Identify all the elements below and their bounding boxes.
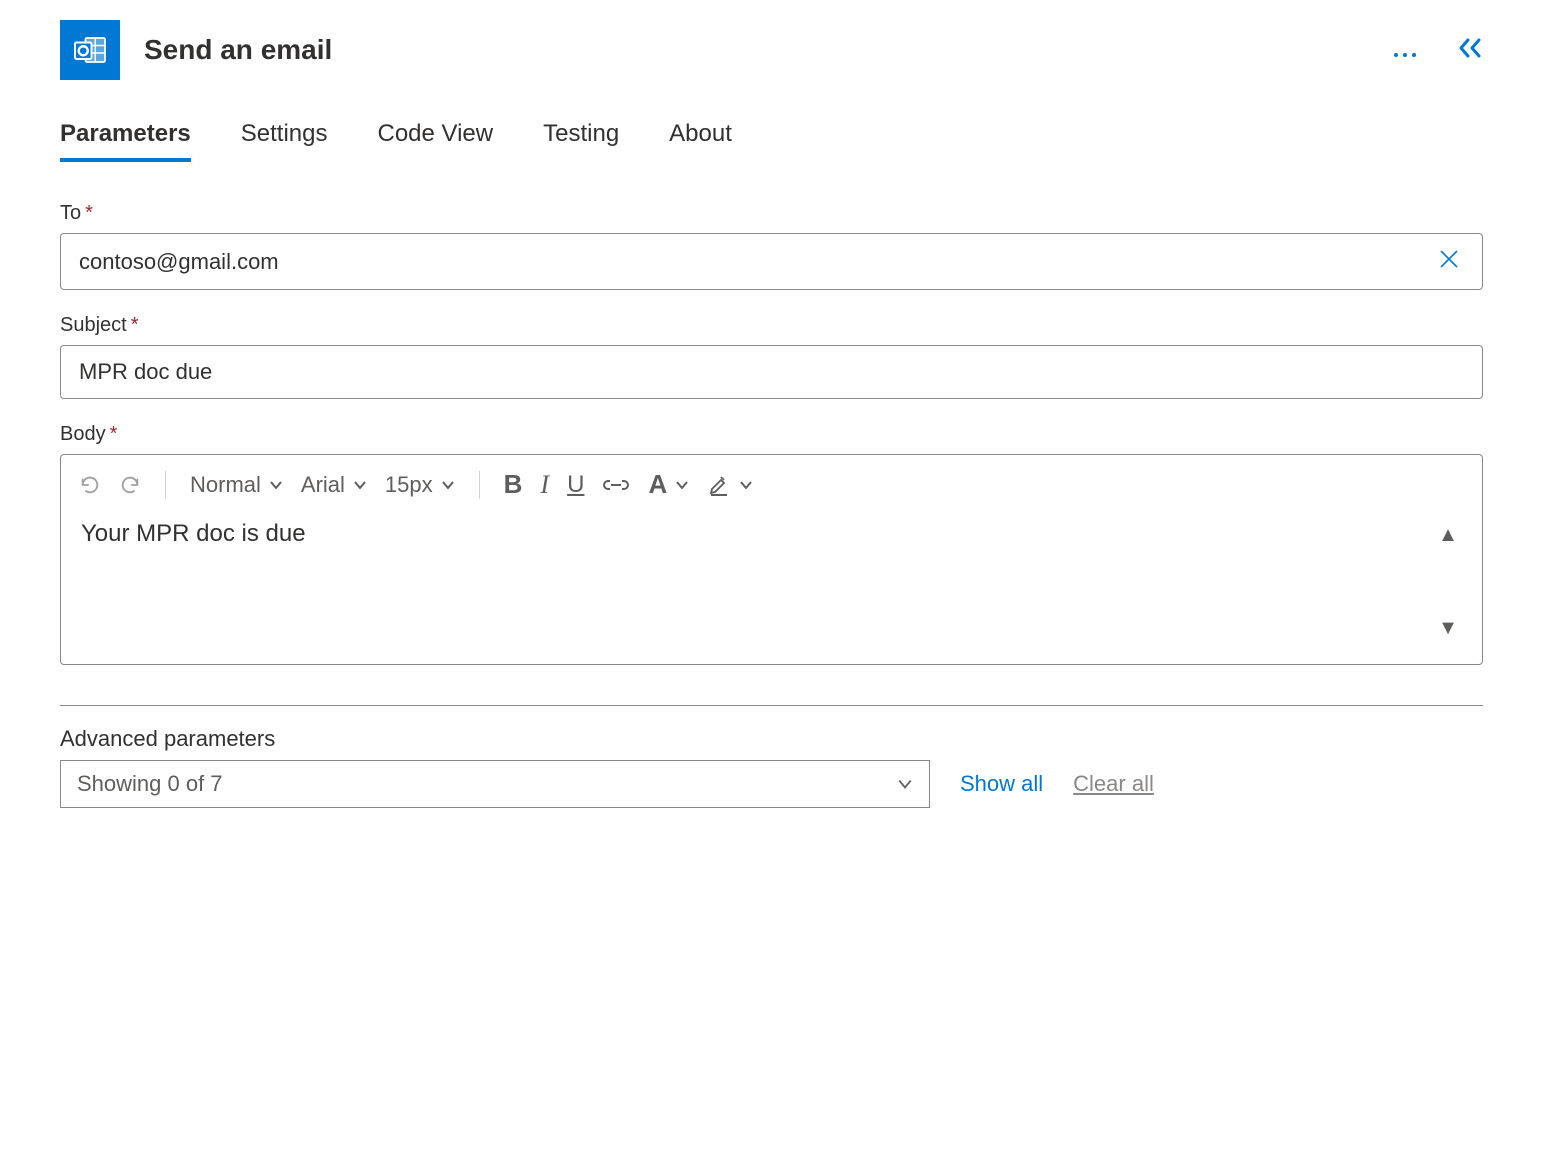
collapse-panel-button[interactable] xyxy=(1457,35,1483,66)
chevron-down-icon xyxy=(353,474,367,495)
editor-scrollbar[interactable]: ▲ ▼ xyxy=(1434,520,1462,644)
chevron-down-icon xyxy=(897,774,913,795)
link-button[interactable] xyxy=(602,476,630,494)
subject-label: Subject* xyxy=(60,314,1483,337)
undo-button[interactable] xyxy=(79,474,101,496)
editor-toolbar: Normal Arial 15px xyxy=(61,455,1482,514)
italic-button[interactable]: I xyxy=(540,470,549,500)
scroll-up-icon[interactable]: ▲ xyxy=(1438,524,1458,547)
bold-button[interactable]: B xyxy=(504,469,523,500)
tab-testing[interactable]: Testing xyxy=(543,120,619,162)
font-color-button[interactable]: A xyxy=(648,469,689,500)
redo-button[interactable] xyxy=(119,474,141,496)
chevron-down-icon xyxy=(441,474,455,495)
scroll-down-icon[interactable]: ▼ xyxy=(1438,617,1458,640)
more-options-button[interactable] xyxy=(1393,35,1417,66)
chevron-down-icon xyxy=(739,474,753,495)
highlight-color-button[interactable] xyxy=(707,473,753,497)
body-editor: Normal Arial 15px xyxy=(60,454,1483,665)
font-size-select[interactable]: 15px xyxy=(385,472,455,498)
to-input-wrapper xyxy=(60,233,1483,290)
tab-settings[interactable]: Settings xyxy=(241,120,328,162)
tab-parameters[interactable]: Parameters xyxy=(60,120,191,162)
body-label: Body* xyxy=(60,423,1483,446)
to-input[interactable] xyxy=(77,248,1432,276)
toolbar-separator xyxy=(165,471,166,499)
subject-input-wrapper xyxy=(60,345,1483,399)
toolbar-separator xyxy=(479,471,480,499)
action-title: Send an email xyxy=(144,34,1369,66)
tab-codeview[interactable]: Code View xyxy=(377,120,493,162)
advanced-parameters-label: Advanced parameters xyxy=(60,726,1483,752)
outlook-icon xyxy=(60,20,120,80)
subject-input[interactable] xyxy=(77,358,1466,386)
tab-about[interactable]: About xyxy=(669,120,732,162)
body-textarea[interactable]: Your MPR doc is due xyxy=(81,520,1434,644)
underline-button[interactable]: U xyxy=(567,471,584,499)
advanced-parameters-select[interactable]: Showing 0 of 7 xyxy=(60,760,930,808)
clear-all-link[interactable]: Clear all xyxy=(1073,771,1154,797)
clear-to-button[interactable] xyxy=(1432,246,1466,277)
chevron-down-icon xyxy=(269,474,283,495)
section-separator xyxy=(60,705,1483,706)
chevron-down-icon xyxy=(675,474,689,495)
to-label: To* xyxy=(60,202,1483,225)
action-header: Send an email xyxy=(60,20,1483,80)
tab-bar: Parameters Settings Code View Testing Ab… xyxy=(60,120,1483,162)
advanced-summary-text: Showing 0 of 7 xyxy=(77,771,223,797)
show-all-link[interactable]: Show all xyxy=(960,771,1043,797)
block-style-select[interactable]: Normal xyxy=(190,472,283,498)
font-family-select[interactable]: Arial xyxy=(301,472,367,498)
